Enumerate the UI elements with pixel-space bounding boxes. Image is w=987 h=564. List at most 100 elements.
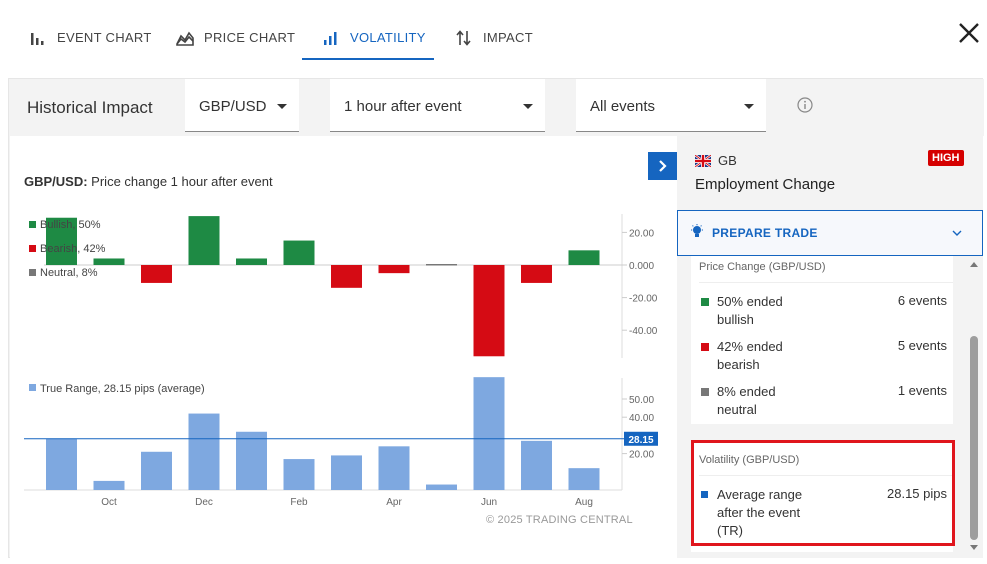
copyright-text: © 2025 TRADING CENTRAL xyxy=(486,514,633,526)
price-change-bar xyxy=(521,265,552,283)
price-change-bar xyxy=(473,265,505,357)
events-filter-select[interactable]: All events xyxy=(576,79,766,132)
tab-event-chart[interactable]: EVENT CHART xyxy=(29,18,152,60)
card-title: Price Change (GBP/USD) xyxy=(699,261,826,273)
average-label-text: 28.15 xyxy=(628,435,653,446)
y-tick-label: -40.00 xyxy=(629,326,658,337)
true-range-bar xyxy=(426,484,457,490)
page-title: Historical Impact xyxy=(27,98,153,117)
y-tick-label: 50.00 xyxy=(629,395,654,406)
lightbulb-icon xyxy=(691,224,703,237)
x-tick-label: Feb xyxy=(290,497,308,508)
chevron-down-icon xyxy=(277,104,287,109)
legend-label: True Range, 28.15 pips (average) xyxy=(40,383,205,395)
y-tick-label: 0.000 xyxy=(629,261,654,272)
price-change-bar xyxy=(331,265,362,288)
true-range-bar xyxy=(141,451,172,490)
legend-marker xyxy=(29,245,36,252)
true-range-bar xyxy=(521,440,552,490)
tab-label: PRICE CHART xyxy=(204,30,296,45)
chevron-down-icon xyxy=(523,104,533,109)
bullish-marker xyxy=(701,298,709,306)
price-change-bar xyxy=(188,216,220,265)
price-change-bar xyxy=(141,265,172,283)
volatility-bars-icon xyxy=(324,32,337,45)
legend-label: Bearish, 42% xyxy=(40,243,106,255)
true-range-bar xyxy=(473,377,505,490)
select-value: GBP/USD xyxy=(199,98,267,115)
y-tick-label: 20.00 xyxy=(629,228,654,239)
tab-label: IMPACT xyxy=(483,30,533,45)
stat-count: 1 events xyxy=(897,383,947,398)
true-range-bar xyxy=(188,413,220,490)
prepare-trade-label: PREPARE TRADE xyxy=(712,226,818,240)
up-down-arrows-icon xyxy=(456,30,471,46)
true-range-bar xyxy=(378,446,410,490)
y-tick-label: -20.00 xyxy=(629,294,658,305)
true-range-bar xyxy=(46,439,77,490)
x-tick-label: Apr xyxy=(386,497,402,508)
select-value: 1 hour after event xyxy=(344,98,462,115)
true-range-bar xyxy=(93,480,125,490)
stat-text: 42% ended bearish xyxy=(717,339,783,372)
country-code: GB xyxy=(718,153,737,168)
chevron-down-icon xyxy=(952,230,962,236)
price-change-bar xyxy=(236,258,267,265)
tab-bar: EVENT CHART PRICE CHART VOLATILITY IMPAC… xyxy=(0,0,987,62)
price-change-bar xyxy=(378,265,410,274)
impact-badge: HIGH xyxy=(928,150,964,166)
currency-pair-select[interactable]: GBP/USD xyxy=(185,79,299,132)
area-chart-icon xyxy=(176,31,194,46)
divider xyxy=(699,282,953,283)
true-range-bar xyxy=(568,468,600,490)
y-tick-label: 40.00 xyxy=(629,413,654,424)
select-value: All events xyxy=(590,98,656,115)
bearish-marker xyxy=(701,343,709,351)
time-window-select[interactable]: 1 hour after event xyxy=(330,79,545,132)
uk-flag-icon xyxy=(695,155,711,167)
stat-row-neutral: 8% ended neutral 1 events xyxy=(699,379,947,419)
legend-label: Neutral, 8% xyxy=(40,267,98,279)
x-tick-label: Aug xyxy=(575,497,593,508)
legend-marker xyxy=(29,221,36,228)
price-change-bar xyxy=(283,240,315,265)
stat-count: 5 events xyxy=(897,338,947,353)
bar-chart-icon xyxy=(31,33,44,45)
price-change-bar xyxy=(568,250,600,265)
stat-text: 8% ended neutral xyxy=(717,384,776,417)
legend-marker xyxy=(29,269,36,276)
true-range-bar xyxy=(283,459,315,490)
tab-label: EVENT CHART xyxy=(57,30,152,45)
tab-price-chart[interactable]: PRICE CHART xyxy=(176,18,295,60)
price-change-bar xyxy=(93,258,125,265)
chart-svg: 20.00 0.000 -20.00 -40.00 Bullish, 50% Bearis… xyxy=(24,214,658,508)
scroll-down-arrow-icon[interactable] xyxy=(970,545,978,550)
neutral-marker xyxy=(701,388,709,396)
prepare-trade-accordion[interactable]: PREPARE TRADE xyxy=(677,210,983,256)
stat-text: 50% ended bullish xyxy=(717,294,783,327)
price-change-bar xyxy=(426,264,457,266)
side-scrollbar[interactable] xyxy=(967,256,981,558)
legend-marker xyxy=(29,384,36,391)
expand-panel-button[interactable] xyxy=(648,152,677,180)
tab-label: VOLATILITY xyxy=(350,30,426,45)
tab-impact[interactable]: IMPACT xyxy=(455,18,533,60)
scrollbar-thumb[interactable] xyxy=(970,336,978,540)
x-tick-label: Dec xyxy=(195,497,213,508)
true-range-bar xyxy=(331,455,362,490)
event-name: Employment Change xyxy=(695,176,836,193)
true-range-bar xyxy=(236,431,267,490)
tab-volatility[interactable]: VOLATILITY xyxy=(322,18,426,60)
price-change-card: Price Change (GBP/USD) 50% ended bullish… xyxy=(691,256,953,424)
y-tick-label: 20.00 xyxy=(629,450,654,461)
filter-bar: Historical Impact GBP/USD 1 hour after e… xyxy=(9,79,984,136)
chart-area: GBP/USD: Price change 1 hour after event… xyxy=(10,136,677,558)
scroll-up-arrow-icon[interactable] xyxy=(970,262,978,267)
stat-count: 6 events xyxy=(897,293,947,308)
volatility-highlight-box xyxy=(691,440,955,546)
chevron-down-icon xyxy=(744,104,754,109)
stat-row-bearish: 42% ended bearish 5 events xyxy=(699,334,947,374)
info-icon[interactable] xyxy=(797,97,813,113)
close-icon[interactable] xyxy=(956,20,982,46)
chevron-right-icon xyxy=(659,160,667,172)
